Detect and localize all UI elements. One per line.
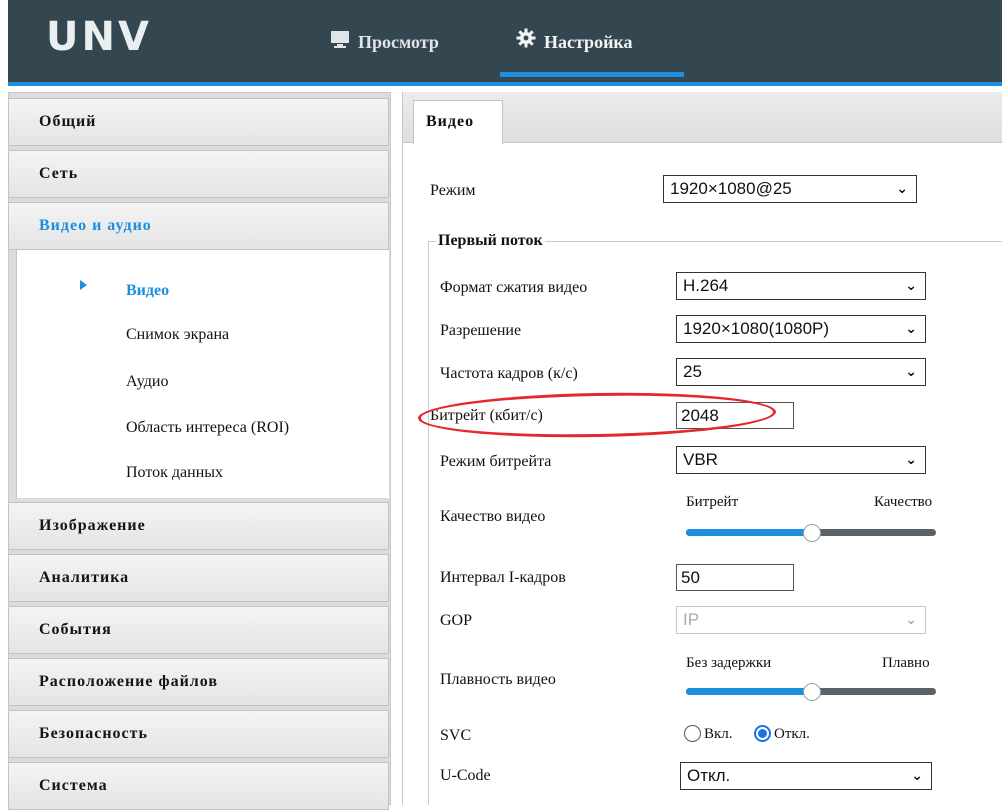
tab-setup[interactable]: Настройка [516,28,633,56]
sidebar-item-label: Расположение файлов [39,673,218,690]
quality-left-label: Битрейт [686,494,739,510]
resolution-value: 1920×1080(1080P) [683,319,830,338]
stream-fieldset-border-left [428,241,429,805]
ucode-label: U-Code [440,767,491,784]
ucode-select[interactable]: Откл. ⌄ [680,762,932,790]
sidebar-item-general[interactable]: Общий [8,98,389,146]
sidebar-item-security[interactable]: Безопасность [8,710,389,758]
submenu-item-video[interactable]: Видео [126,282,169,300]
iframe-label: Интервал I-кадров [440,569,566,586]
gop-value: IP [683,610,700,629]
sidebar-item-image[interactable]: Изображение [8,502,389,550]
framerate-select[interactable]: 25 ⌄ [676,358,926,386]
quality-right-label: Качество [874,494,933,510]
svc-off-radio[interactable] [754,725,771,742]
sidebar-item-label: События [39,621,112,638]
tab-setup-label: Настройка [544,32,633,52]
submenu-item-audio[interactable]: Аудио [126,373,168,391]
caret-right-icon [80,280,87,290]
chevron-down-icon: ⌄ [905,278,917,294]
smooth-right-label: Плавно [882,655,930,671]
unv-logo: UNV [46,14,152,60]
codec-label: Формат сжатия видео [440,279,588,296]
chevron-down-icon: ⌄ [905,321,917,337]
content-tabbar: Видео [403,92,1002,144]
sidebar-item-label: Видео и аудио [39,217,152,234]
tab-video-label: Видео [426,113,475,130]
mode-label: Режим [430,182,476,199]
gop-label: GOP [440,612,473,629]
top-header: UNV Просмотр Настройка [8,0,1002,82]
bitrate-mode-label: Режим битрейта [440,453,552,470]
sidebar-item-label: Изображение [39,517,146,534]
monitor-icon [330,28,350,56]
svc-on-label: Вкл. [704,726,733,742]
smooth-slider-fill [686,688,819,695]
svc-off-label: Откл. [774,726,810,742]
sidebar-item-video-audio[interactable]: Видео и аудио [8,202,389,250]
sidebar-item-system[interactable]: Система [8,762,389,810]
bitrate-mode-value: VBR [683,450,718,469]
codec-value: H.264 [683,276,729,295]
framerate-value: 25 [683,362,702,381]
chevron-down-icon: ⌄ [911,768,923,784]
mode-value: 1920×1080@25 [670,179,792,198]
sidebar-item-network[interactable]: Сеть [8,150,389,198]
mode-select[interactable]: 1920×1080@25 ⌄ [663,175,917,203]
submenu-item-roi[interactable]: Область интереса (ROI) [126,419,289,437]
quality-slider-fill [686,529,819,536]
framerate-label: Частота кадров (к/с) [440,365,578,382]
gear-icon [516,28,536,56]
svc-label: SVC [440,727,472,744]
iframe-input[interactable]: 50 [676,564,794,591]
smooth-label: Плавность видео [440,671,556,688]
ucode-value: Откл. [687,766,731,785]
tab-live-view-label: Просмотр [358,32,439,52]
submenu-item-data-stream[interactable]: Поток данных [126,464,223,482]
quality-slider-knob[interactable] [803,524,821,542]
tab-video[interactable]: Видео [413,100,503,144]
chevron-down-icon: ⌄ [905,452,917,468]
tab-live-view[interactable]: Просмотр [330,28,439,56]
smooth-left-label: Без задержки [686,655,772,671]
resolution-select[interactable]: 1920×1080(1080P) ⌄ [676,315,926,343]
chevron-down-icon: ⌄ [905,612,917,628]
header-accent-stripe [8,82,1002,86]
svc-on-radio[interactable] [684,725,701,742]
gop-select: IP ⌄ [676,606,926,634]
sidebar-item-label: Общий [39,113,97,130]
resolution-label: Разрешение [440,322,522,339]
sidebar-item-label: Сеть [39,165,79,182]
chevron-down-icon: ⌄ [896,181,908,197]
sidebar-item-events[interactable]: События [8,606,389,654]
active-tab-indicator [500,72,684,77]
submenu-item-snapshot[interactable]: Снимок экрана [126,326,229,344]
first-stream-legend: Первый поток [436,232,545,250]
sidebar-item-label: Система [39,777,108,794]
chevron-down-icon: ⌄ [905,364,917,380]
codec-select[interactable]: H.264 ⌄ [676,272,926,300]
sidebar-item-analytics[interactable]: Аналитика [8,554,389,602]
submenu-video-audio [16,250,389,498]
quality-label: Качество видео [440,508,546,525]
smooth-slider-knob[interactable] [803,683,821,701]
bitrate-mode-select[interactable]: VBR ⌄ [676,446,926,474]
sidebar-item-storage[interactable]: Расположение файлов [8,658,389,706]
sidebar-item-label: Аналитика [39,569,130,586]
sidebar-item-label: Безопасность [39,725,148,742]
